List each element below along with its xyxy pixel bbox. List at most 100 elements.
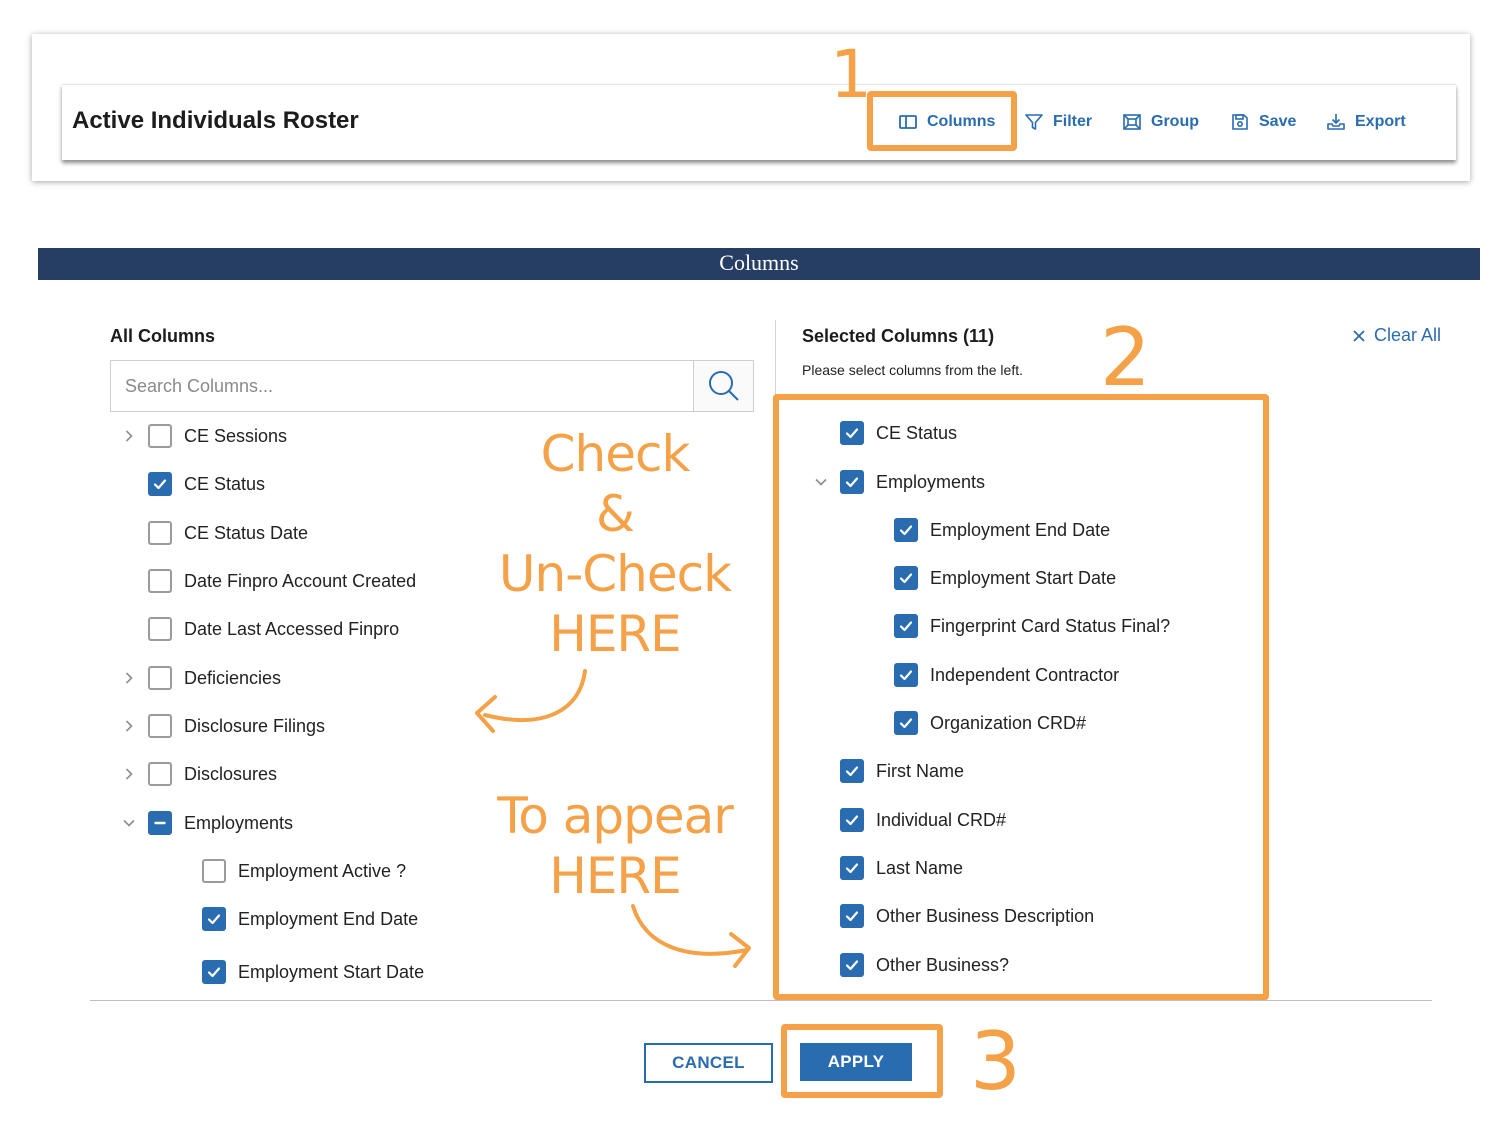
annotation-check-line: & bbox=[596, 485, 635, 543]
column-label: Date Last Accessed Finpro bbox=[184, 618, 400, 639]
column-label: CE Status bbox=[184, 473, 266, 494]
checkbox-checked[interactable] bbox=[894, 663, 918, 687]
search-button[interactable] bbox=[693, 361, 753, 411]
checkbox-checked[interactable] bbox=[894, 566, 918, 590]
selected-column-item[interactable]: Employments bbox=[840, 468, 985, 496]
annotation-arrow-right bbox=[631, 904, 751, 968]
selected-column-item[interactable]: Employment End Date bbox=[894, 516, 1110, 544]
annotation-check-line: Un-Check bbox=[498, 545, 732, 603]
column-list-item[interactable]: Date Finpro Account Created bbox=[148, 567, 416, 595]
column-list-item[interactable]: Employment Active ? bbox=[202, 857, 406, 885]
checkbox-checked[interactable] bbox=[840, 953, 864, 977]
checkbox-checked[interactable] bbox=[894, 711, 918, 735]
annotation-check-line: HERE bbox=[549, 605, 682, 663]
annotation-appear-text: To appear HERE bbox=[485, 786, 745, 906]
checkbox-checked[interactable] bbox=[894, 614, 918, 638]
selected-column-item[interactable]: Employment Start Date bbox=[894, 564, 1116, 592]
checkbox-checked[interactable] bbox=[840, 904, 864, 928]
roster-toolbar: Active Individuals Roster Columns Filter… bbox=[62, 84, 1456, 160]
selected-column-item[interactable]: Other Business? bbox=[840, 951, 1009, 979]
search-input[interactable] bbox=[111, 361, 693, 411]
selected-columns-heading: Selected Columns (11) bbox=[802, 326, 995, 346]
annotation-check-text: Check & Un-Check HERE bbox=[485, 424, 745, 664]
page-title: Active Individuals Roster bbox=[72, 107, 359, 134]
checkbox-checked[interactable] bbox=[894, 518, 918, 542]
annotation-step-2: 2 bbox=[1100, 311, 1151, 404]
selected-column-item[interactable]: Other Business Description bbox=[840, 902, 1094, 930]
checkbox-unchecked[interactable] bbox=[202, 859, 226, 883]
column-label: Independent Contractor bbox=[930, 664, 1120, 685]
checkbox-checked[interactable] bbox=[202, 907, 226, 931]
column-list-item[interactable]: Disclosures bbox=[148, 760, 277, 788]
selected-column-item[interactable]: Fingerprint Card Status Final? bbox=[894, 612, 1170, 640]
checkbox-unchecked[interactable] bbox=[148, 569, 172, 593]
annotation-appear-line: To appear bbox=[497, 787, 734, 845]
apply-button[interactable]: APPLY bbox=[800, 1043, 912, 1081]
chevron-right-icon[interactable] bbox=[122, 429, 136, 443]
close-icon bbox=[1353, 329, 1365, 342]
column-list-item[interactable]: Deficiencies bbox=[148, 664, 281, 692]
checkbox-unchecked[interactable] bbox=[148, 424, 172, 448]
selected-column-item[interactable]: Independent Contractor bbox=[894, 661, 1119, 689]
column-list-item[interactable]: Date Last Accessed Finpro bbox=[148, 615, 399, 643]
column-label: CE Status Date bbox=[184, 522, 309, 543]
column-list-item[interactable]: Employments bbox=[148, 809, 293, 837]
column-label: Employment Start Date bbox=[238, 961, 425, 982]
save-button[interactable]: Save bbox=[1230, 109, 1296, 135]
selected-column-item[interactable]: Last Name bbox=[840, 854, 963, 882]
checkbox-checked[interactable] bbox=[202, 960, 226, 984]
selected-column-item[interactable]: First Name bbox=[840, 757, 964, 785]
annotation-step-3: 3 bbox=[970, 1015, 1021, 1108]
selected-column-item[interactable]: CE Status bbox=[840, 419, 957, 447]
checkbox-checked[interactable] bbox=[148, 472, 172, 496]
chevron-right-icon[interactable] bbox=[122, 671, 136, 685]
chevron-right-icon[interactable] bbox=[122, 719, 136, 733]
column-label: Fingerprint Card Status Final? bbox=[930, 615, 1171, 636]
checkbox-unchecked[interactable] bbox=[148, 521, 172, 545]
column-label: Organization CRD# bbox=[930, 712, 1087, 733]
column-label: Employment End Date bbox=[930, 519, 1111, 540]
save-icon bbox=[1232, 114, 1248, 130]
column-list-item[interactable]: CE Status Date bbox=[148, 519, 308, 547]
checkbox-unchecked[interactable] bbox=[148, 666, 172, 690]
column-label: Other Business Description bbox=[876, 905, 1095, 926]
export-button[interactable]: Export bbox=[1326, 109, 1406, 135]
filter-button[interactable]: Filter bbox=[1024, 109, 1092, 135]
column-list-item[interactable]: CE Sessions bbox=[148, 422, 287, 450]
column-list-item[interactable]: CE Status bbox=[148, 470, 265, 498]
annotation-arrow-left bbox=[475, 669, 587, 733]
checkbox-checked[interactable] bbox=[840, 470, 864, 494]
clear-all-label: Clear All bbox=[1374, 325, 1442, 345]
group-button[interactable]: Group bbox=[1122, 109, 1199, 135]
column-search bbox=[110, 360, 754, 412]
cancel-button[interactable]: CANCEL bbox=[644, 1043, 773, 1083]
chevron-right-icon[interactable] bbox=[122, 767, 136, 781]
column-list-item[interactable]: Employment Start Date bbox=[202, 958, 424, 986]
chevron-down-icon[interactable] bbox=[814, 475, 828, 489]
selected-column-item[interactable]: Organization CRD# bbox=[894, 709, 1086, 737]
checkbox-checked[interactable] bbox=[840, 808, 864, 832]
column-list-item[interactable]: Disclosure Filings bbox=[148, 712, 325, 740]
column-label: Employment End Date bbox=[238, 908, 419, 929]
columns-icon bbox=[899, 115, 917, 129]
checkbox-partial[interactable] bbox=[148, 811, 172, 835]
search-icon bbox=[708, 371, 739, 401]
columns-button[interactable]: Columns bbox=[898, 109, 995, 135]
checkbox-checked[interactable] bbox=[840, 856, 864, 880]
checkbox-checked[interactable] bbox=[840, 421, 864, 445]
column-label: First Name bbox=[876, 760, 965, 781]
checkbox-checked[interactable] bbox=[840, 759, 864, 783]
column-label: Disclosures bbox=[184, 763, 278, 784]
checkbox-unchecked[interactable] bbox=[148, 762, 172, 786]
checkbox-unchecked[interactable] bbox=[148, 617, 172, 641]
column-list-item[interactable]: Employment End Date bbox=[202, 905, 418, 933]
column-label: Employments bbox=[876, 471, 986, 492]
selected-column-item[interactable]: Individual CRD# bbox=[840, 806, 1006, 834]
clear-all-button[interactable]: Clear All bbox=[1352, 325, 1441, 346]
roster-card: Active Individuals Roster Columns Filter… bbox=[32, 34, 1470, 181]
annotation-check-line: Check bbox=[540, 425, 691, 483]
chevron-down-icon[interactable] bbox=[122, 816, 136, 830]
selected-columns-hint: Please select columns from the left. bbox=[802, 362, 1023, 378]
group-icon bbox=[1123, 114, 1141, 130]
checkbox-unchecked[interactable] bbox=[148, 714, 172, 738]
